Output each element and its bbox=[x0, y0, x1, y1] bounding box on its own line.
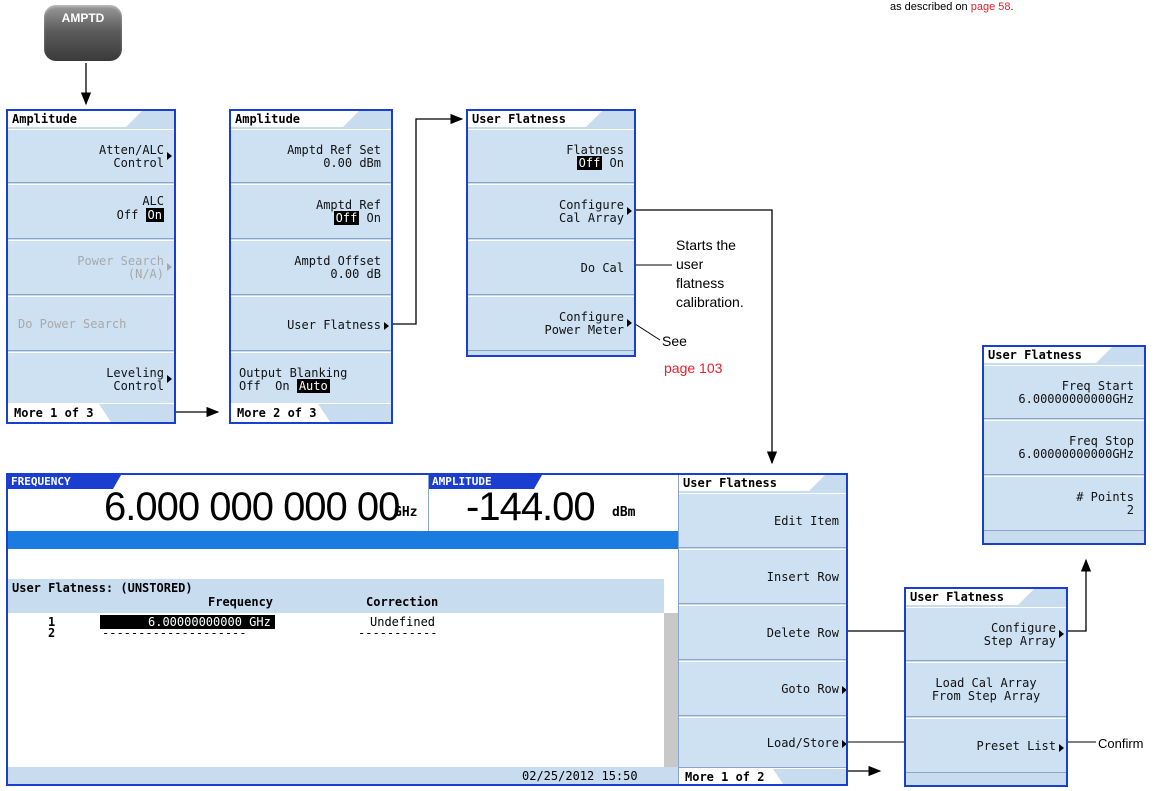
flatness-toggle-key[interactable]: Flatness Off On bbox=[468, 129, 634, 183]
page-58-link[interactable]: page 58 bbox=[971, 1, 1011, 13]
panel-title: User Flatness bbox=[984, 347, 1112, 363]
configure-cal-array-key[interactable]: Configure Cal Array bbox=[468, 184, 634, 239]
scrollbar[interactable] bbox=[664, 613, 678, 767]
submenu-arrow-icon bbox=[1059, 630, 1064, 638]
frequency-value[interactable]: 6.000 000 000 00 bbox=[104, 485, 400, 530]
amplitude-menu-1: Amplitude Atten/ALC Control ALC Off On P… bbox=[6, 109, 176, 424]
atten-alc-control-key[interactable]: Atten/ALC Control bbox=[8, 129, 174, 183]
table-header: User Flatness: (UNSTORED) Frequency Corr… bbox=[8, 579, 664, 613]
amplitude-unit: dBm bbox=[612, 505, 636, 520]
panel-title: Amplitude bbox=[231, 111, 359, 127]
frequency-unit: GHz bbox=[394, 505, 418, 520]
configure-step-array-key[interactable]: Configure Step Array bbox=[906, 607, 1066, 661]
user-flatness-key[interactable]: User Flatness bbox=[231, 296, 391, 351]
submenu-arrow-icon bbox=[384, 322, 389, 330]
submenu-arrow-icon bbox=[167, 263, 172, 271]
instrument-display: FREQUENCY 6.000 000 000 00 GHz AMPLITUDE… bbox=[6, 473, 848, 786]
do-cal-key[interactable]: Do Cal bbox=[468, 240, 634, 295]
panel-title: User Flatness bbox=[906, 589, 1034, 605]
submenu-arrow-icon bbox=[842, 686, 846, 694]
amptd-offset-key[interactable]: Amptd Offset 0.00 dB bbox=[231, 240, 391, 295]
panel-title: User Flatness bbox=[468, 111, 602, 127]
row-frequency-cell[interactable]: -------------------- bbox=[102, 626, 247, 640]
col-frequency: Frequency bbox=[208, 595, 274, 609]
top-note: as described on page 58. bbox=[890, 1, 1014, 13]
user-flatness-menu: User Flatness Flatness Off On Configure … bbox=[466, 109, 636, 357]
load-store-key[interactable]: Load/Store bbox=[679, 717, 846, 768]
page-103-link[interactable]: page 103 bbox=[664, 360, 722, 376]
points-key[interactable]: # Points 2 bbox=[984, 476, 1144, 531]
note-suffix: . bbox=[1010, 1, 1014, 13]
amptd-hardkey[interactable]: AMPTD bbox=[44, 5, 122, 61]
do-power-search-key[interactable]: Do Power Search bbox=[8, 296, 174, 351]
submenu-arrow-icon bbox=[167, 152, 172, 160]
panel-title: Amplitude bbox=[8, 111, 142, 127]
status-bar bbox=[8, 531, 678, 549]
more-key[interactable]: More 1 of 2 bbox=[679, 768, 846, 784]
goto-row-key[interactable]: Goto Row bbox=[679, 661, 846, 716]
amplitude-menu-2: Amplitude Amptd Ref Set 0.00 dBm Amptd R… bbox=[229, 109, 393, 424]
note-text: as described on bbox=[890, 1, 971, 13]
submenu-arrow-icon bbox=[842, 740, 846, 748]
confirm-note: Confirm bbox=[1098, 736, 1144, 751]
softkey-column: User Flatness Edit Item Insert Row Delet… bbox=[678, 475, 846, 784]
user-flatness-step-menu: User Flatness Freq Start 6.00000000000GH… bbox=[982, 345, 1146, 545]
table-row[interactable]: 2 -------------------- ----------- bbox=[8, 626, 664, 640]
load-cal-array-key[interactable]: Load Cal Array From Step Array bbox=[906, 662, 1066, 717]
see-note: See bbox=[662, 333, 687, 349]
submenu-arrow-icon bbox=[1059, 744, 1064, 752]
col-correction: Correction bbox=[366, 595, 439, 609]
amptd-ref-set-key[interactable]: Amptd Ref Set 0.00 dBm bbox=[231, 129, 391, 183]
submenu-arrow-icon bbox=[627, 319, 632, 327]
softkeys-title: User Flatness bbox=[679, 475, 825, 491]
freq-start-key[interactable]: Freq Start 6.00000000000GHz bbox=[984, 365, 1144, 419]
amptd-ref-key[interactable]: Amptd Ref Off On bbox=[231, 184, 391, 239]
output-blanking-key[interactable]: Output Blanking Off On Auto bbox=[231, 352, 391, 407]
user-flatness-config-menu: User Flatness Configure Step Array Load … bbox=[904, 587, 1068, 787]
configure-power-meter-key[interactable]: Configure Power Meter bbox=[468, 296, 634, 351]
amplitude-value[interactable]: -144.00 bbox=[466, 485, 596, 530]
row-correction-cell[interactable]: ----------- bbox=[358, 626, 437, 640]
more-key[interactable]: More 1 of 3 bbox=[8, 403, 174, 422]
table-title: User Flatness: (UNSTORED) bbox=[12, 581, 193, 595]
preset-list-key[interactable]: Preset List bbox=[906, 718, 1066, 773]
delete-row-key[interactable]: Delete Row bbox=[679, 605, 846, 660]
alc-key[interactable]: ALC Off On bbox=[8, 184, 174, 239]
do-cal-note: Starts the user flatness calibration. bbox=[676, 237, 744, 310]
flatness-table: 1 6.00000000000 GHz Undefined 2 --------… bbox=[8, 613, 664, 767]
submenu-arrow-icon bbox=[627, 207, 632, 215]
edit-item-key[interactable]: Edit Item bbox=[679, 493, 846, 548]
insert-row-key[interactable]: Insert Row bbox=[679, 549, 846, 604]
power-search-key[interactable]: Power Search (N/A) bbox=[8, 240, 174, 295]
submenu-arrow-icon bbox=[167, 375, 172, 383]
timestamp: 02/25/2012 15:50 bbox=[522, 769, 638, 783]
status-line: 02/25/2012 15:50 bbox=[8, 767, 678, 784]
more-key[interactable]: More 2 of 3 bbox=[231, 403, 391, 422]
freq-stop-key[interactable]: Freq Stop 6.00000000000GHz bbox=[984, 420, 1144, 475]
leveling-control-key[interactable]: Leveling Control bbox=[8, 352, 174, 407]
